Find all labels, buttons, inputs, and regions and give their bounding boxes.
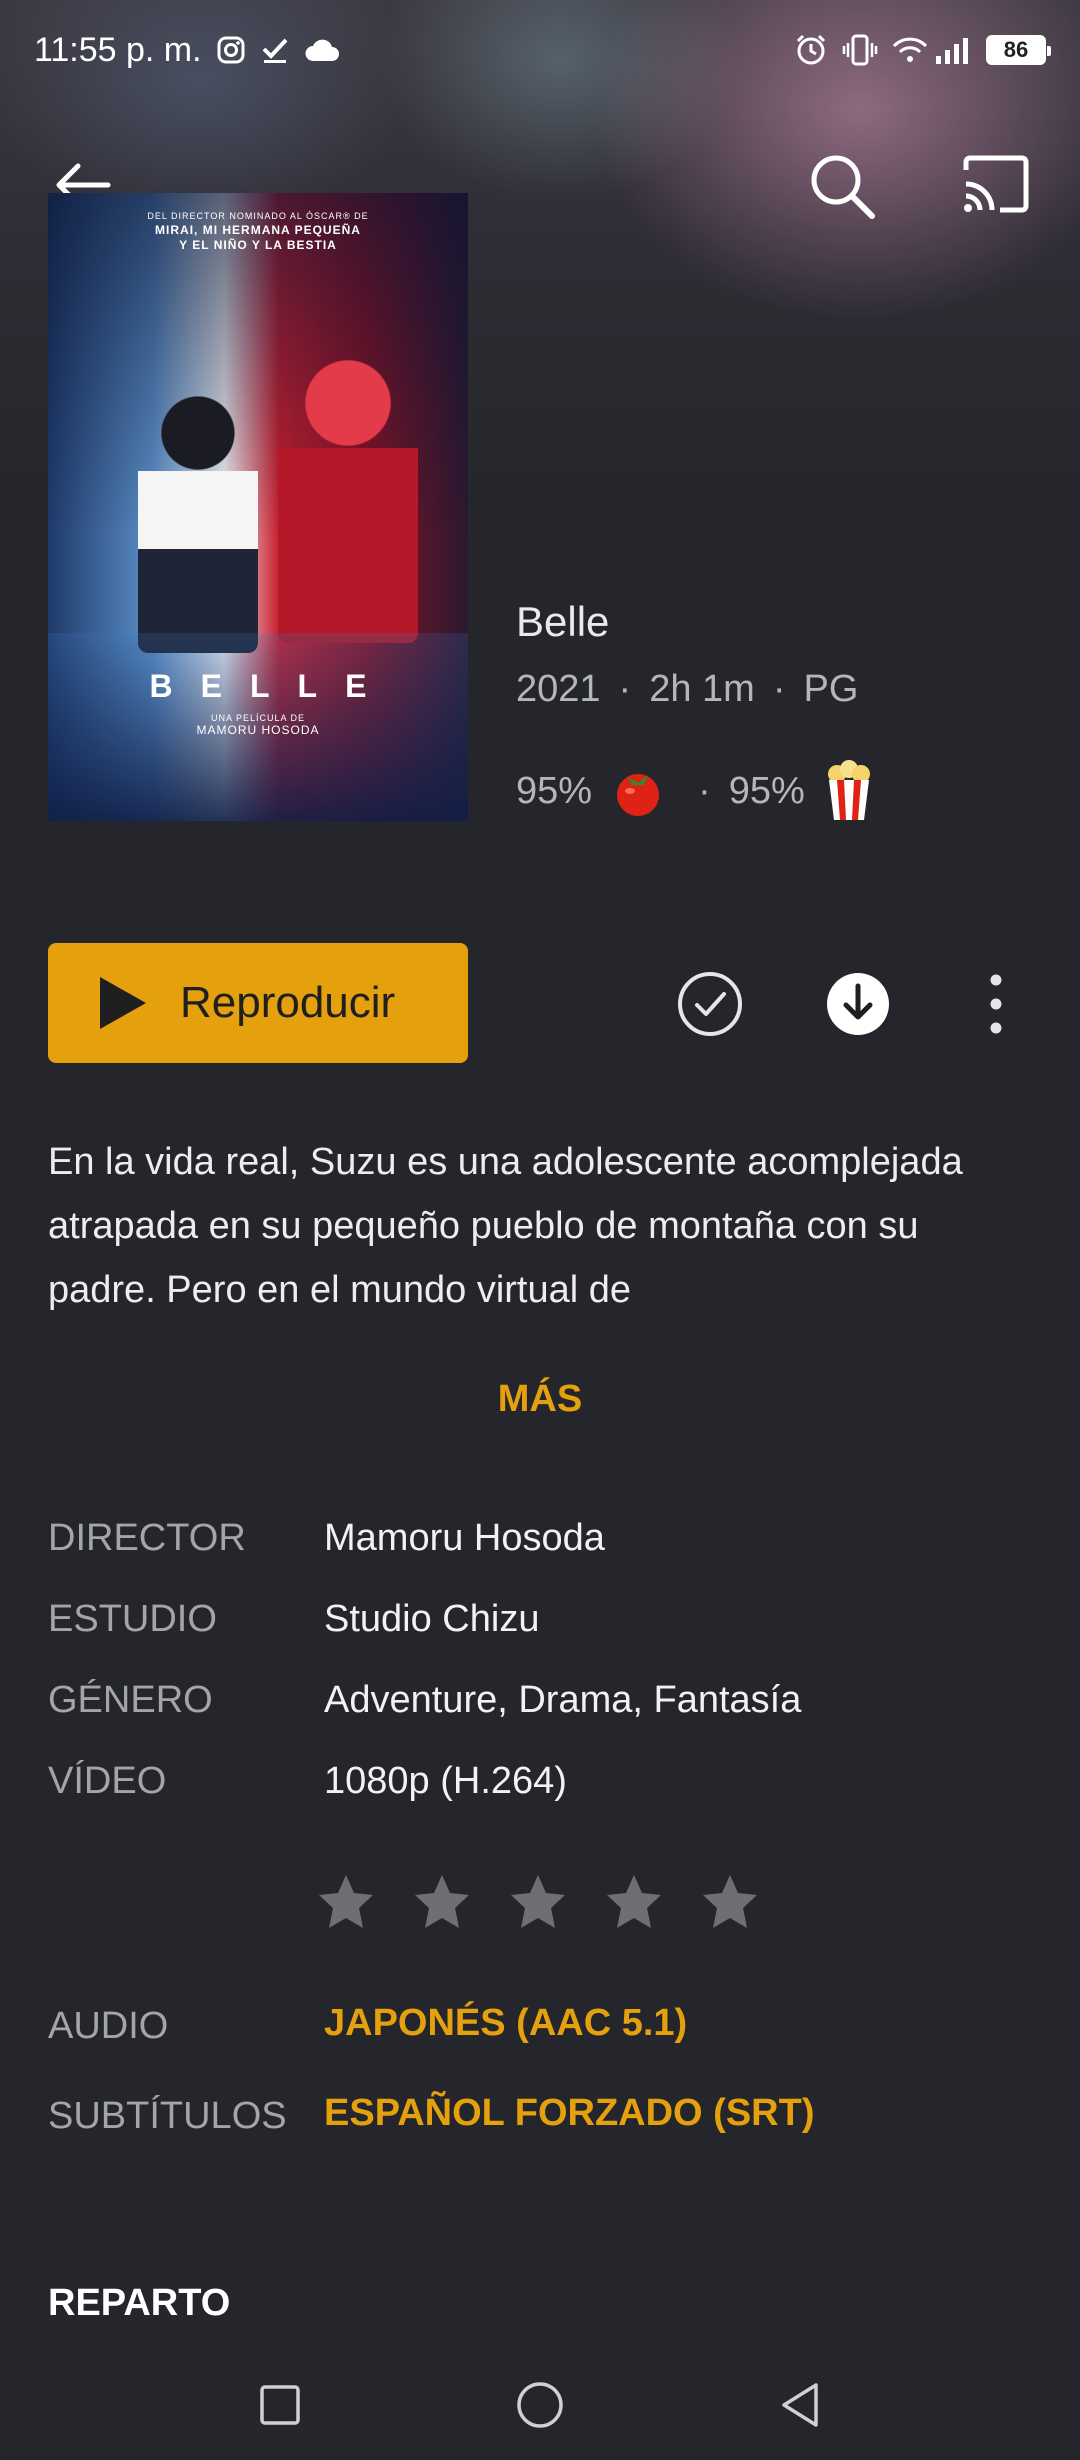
home-button[interactable] [495,2360,585,2450]
poster-tagline: DEL DIRECTOR NOMINADO AL ÓSCAR® DE MIRAI… [48,211,468,254]
poster-tagline-line-1: DEL DIRECTOR NOMINADO AL ÓSCAR® DE [147,211,369,221]
movie-title: Belle [516,598,610,645]
poster-tagline-line-2: MIRAI, MI HERMANA PEQUEÑA [155,222,361,237]
genre-value: Adventure, Drama, Fantasía [324,1679,802,1721]
poster-tagline-line-3: Y EL NIÑO Y LA BESTIA [179,238,337,253]
search-icon [811,155,875,219]
status-bar: 11:55 p. m. 86 [0,0,1080,100]
status-left: 11:55 p. m. [34,31,340,70]
audio-track-selector[interactable]: JAPONÉS (AAC 5.1) [324,2002,687,2045]
studio-value: Studio Chizu [324,1598,540,1640]
check-circle-icon [678,972,742,1036]
video-value: 1080p (H.264) [324,1760,567,1802]
system-nav-bar [0,2350,1080,2460]
download-button[interactable] [824,970,892,1043]
meta-separator: · [772,668,786,710]
more-options-button[interactable] [976,970,1016,1043]
critic-score: 95% [516,769,593,812]
movie-duration: 2h 1m [649,668,755,710]
tomato-icon [617,774,660,816]
poster-title: BELLE [149,668,395,704]
play-button-label: Reproducir [180,978,396,1027]
circle-icon [517,2382,563,2428]
ratings-separator: · [698,769,711,812]
recents-button[interactable] [235,2360,325,2450]
star-icon[interactable] [316,1872,376,1932]
studio-label: ESTUDIO [48,1598,217,1640]
back-nav-button[interactable] [755,2360,845,2450]
alarm-icon [796,34,826,65]
status-time: 11:55 p. m. [34,30,202,69]
star-icon[interactable] [604,1872,664,1932]
poster-credit-line-1: UNA PELÍCULA DE [210,713,306,723]
play-icon [100,977,146,1029]
poster-figure-belle [278,343,418,643]
synopsis-text: En la vida real, Suzu es una adolescente… [48,1141,963,1311]
cast-heading: REPARTO [48,2282,231,2324]
movie-meta: 2021 · 2h 1m · PG [516,668,858,711]
battery-indicator: 86 [986,35,1051,65]
search-button[interactable] [806,150,878,227]
cloud-icon [305,39,339,61]
status-right: 86 [794,33,1051,67]
play-button[interactable]: Reproducir [48,943,468,1063]
ratings-row: 95% · 95% [516,760,875,822]
popcorn-icon [827,760,870,820]
poster-credit-line-2: MAMORU HOSODA [196,723,320,737]
movie-poster[interactable]: DEL DIRECTOR NOMINADO AL ÓSCAR® DE MIRAI… [48,193,468,821]
poster-figure-suzu [138,393,258,653]
director-value: Mamoru Hosoda [324,1517,605,1559]
triangle-back-icon [782,2383,818,2427]
square-icon [260,2385,300,2425]
instagram-icon [217,36,245,64]
task-done-icon [262,38,288,63]
audience-score: 95% [728,769,805,812]
meta-separator: · [618,668,632,710]
vibrate-icon [842,34,878,66]
mark-watched-button[interactable] [676,970,744,1043]
subtitles-label: SUBTÍTULOS [48,2095,287,2137]
poster-credit: UNA PELÍCULA DE MAMORU HOSODA [48,713,468,737]
video-label: VÍDEO [48,1760,167,1802]
wifi-signal-icon [892,37,968,64]
star-icon[interactable] [508,1872,568,1932]
movie-year: 2021 [516,668,601,710]
cast-button[interactable] [960,150,1032,227]
user-rating-stars [316,1872,760,1932]
download-icon [827,973,889,1035]
cast-icon [963,155,1029,213]
audio-label: AUDIO [48,2005,169,2047]
more-button[interactable]: MÁS [0,1378,1080,1421]
director-label: DIRECTOR [48,1517,246,1559]
subtitles-selector[interactable]: ESPAÑOL FORZADO (SRT) [324,2092,814,2135]
genre-label: GÉNERO [48,1679,213,1721]
movie-rating: PG [803,668,859,710]
star-icon[interactable] [412,1872,472,1932]
star-icon[interactable] [700,1872,760,1932]
more-vertical-icon [990,974,1002,1034]
